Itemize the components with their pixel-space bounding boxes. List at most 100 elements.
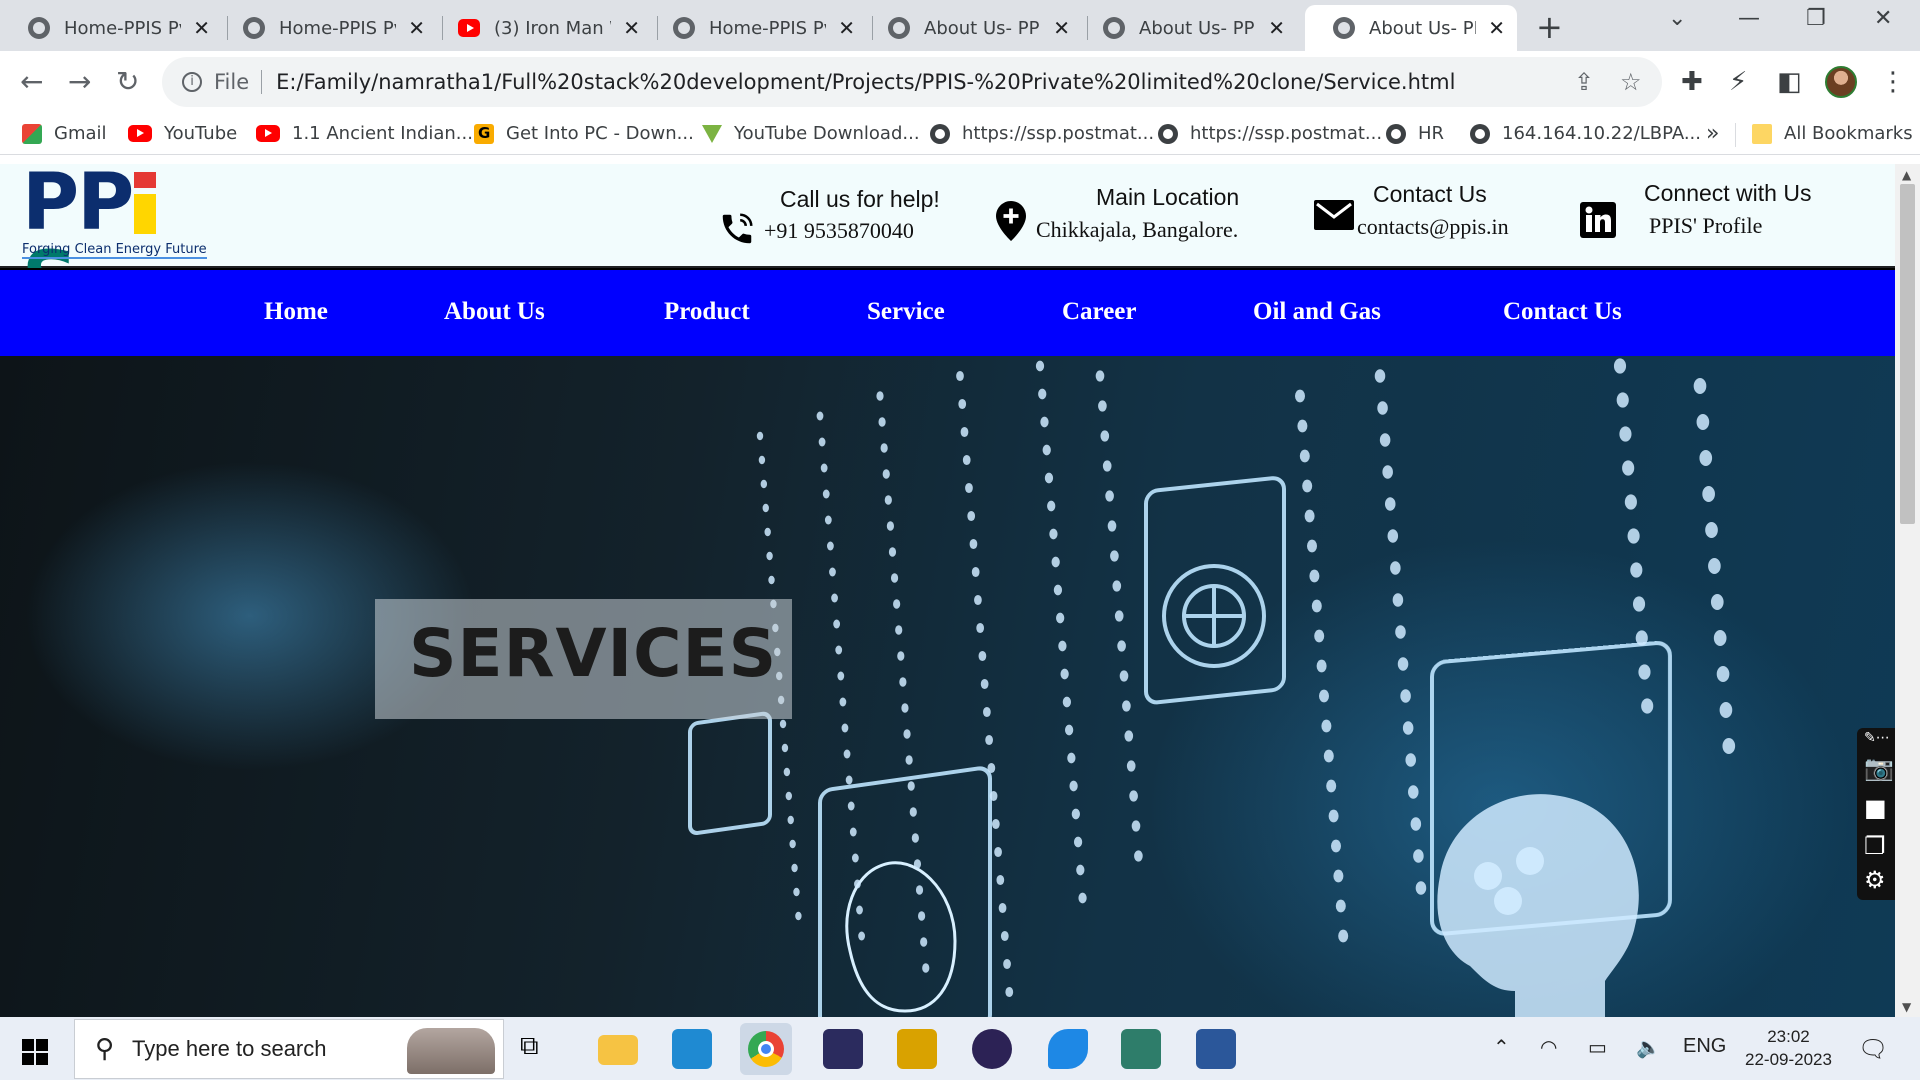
hero-banner: SERVICES <box>0 356 1895 1017</box>
tray-overflow-icon[interactable]: ⌃ <box>1493 1035 1510 1060</box>
tab-title: Home-PPIS Pvt <box>279 17 396 39</box>
windows-start-icon[interactable] <box>22 1039 48 1065</box>
download-icon <box>702 124 722 143</box>
back-arrow-icon[interactable]: ← <box>20 65 43 98</box>
restore-icon[interactable]: ❐ <box>1806 6 1826 31</box>
app-icon-3[interactable] <box>1121 1029 1161 1069</box>
eclipse-icon[interactable] <box>972 1029 1012 1069</box>
scroll-down-arrow-icon[interactable]: ▼ <box>1902 1000 1911 1014</box>
battery-icon[interactable]: ▭ <box>1588 1035 1607 1060</box>
vscode-icon[interactable] <box>672 1029 712 1069</box>
intellij-icon[interactable] <box>823 1029 863 1069</box>
notifications-icon[interactable]: 🗨 <box>1858 1035 1888 1064</box>
nav-career[interactable]: Career <box>1062 298 1137 326</box>
nav-about-us[interactable]: About Us <box>444 298 545 326</box>
browser-tab[interactable]: (3) Iron Man W ✕ <box>430 5 652 51</box>
task-view-icon[interactable]: ⧉ <box>520 1031 560 1071</box>
file-explorer-icon[interactable] <box>598 1035 638 1065</box>
close-icon[interactable]: ✕ <box>623 16 640 40</box>
linkedin-icon[interactable] <box>1580 202 1616 238</box>
bookmark-item[interactable]: Get Into PC - Down... <box>474 123 694 144</box>
settings-gear-icon[interactable]: ⚙ <box>1864 866 1886 894</box>
address-bar[interactable]: i File E:/Family/namratha1/Full%20stack%… <box>162 57 1662 107</box>
volume-icon[interactable]: 🔈 <box>1636 1035 1661 1060</box>
logo-i-mark <box>134 172 157 234</box>
contact-heading: Contact Us <box>1373 181 1487 207</box>
bookmark-item[interactable]: 164.164.10.22/LBPA... <box>1470 123 1701 144</box>
window-close-icon[interactable]: ✕ <box>1874 6 1892 31</box>
profile-avatar[interactable] <box>1825 66 1857 98</box>
tab-title: About Us- PPIS <box>924 17 1041 39</box>
minimize-icon[interactable]: — <box>1738 6 1760 31</box>
main-nav: Home About Us Product Service Career Oil… <box>0 268 1895 356</box>
info-icon[interactable]: i <box>182 72 202 92</box>
globe-icon <box>1333 17 1355 39</box>
all-bookmarks-folder[interactable]: All Bookmarks <box>1752 123 1913 144</box>
nav-service[interactable]: Service <box>867 298 945 326</box>
edit-icon[interactable]: ✎⋯ <box>1864 730 1890 746</box>
nav-oil-and-gas[interactable]: Oil and Gas <box>1253 298 1381 326</box>
folder-icon <box>1752 123 1772 144</box>
ppis-logo[interactable]: PPS Forging Clean Energy Future <box>22 164 207 320</box>
close-icon[interactable]: ✕ <box>1488 16 1505 40</box>
wifi-icon[interactable]: ◠ <box>1540 1035 1557 1060</box>
search-icon: ⚲ <box>95 1034 115 1064</box>
close-icon[interactable]: ✕ <box>1053 16 1070 40</box>
app-icon[interactable] <box>897 1029 937 1069</box>
forward-arrow-icon[interactable]: → <box>68 65 91 98</box>
scroll-thumb[interactable] <box>1900 184 1915 524</box>
tab-title: Home-PPIS Pvt <box>64 17 181 39</box>
browser-tab[interactable]: About Us- PPIS ✕ <box>860 5 1082 51</box>
close-icon[interactable]: ✕ <box>408 16 425 40</box>
tab-search-icon[interactable]: ⌄ <box>1668 6 1686 31</box>
browser-tab-active[interactable]: About Us- PPIS ✕ <box>1305 5 1517 51</box>
side-panel-icon[interactable]: ◧ <box>1777 67 1802 97</box>
nav-home[interactable]: Home <box>264 298 328 326</box>
system-clock[interactable]: 23:02 22-09-2023 <box>1745 1025 1832 1071</box>
bookmarks-overflow-button[interactable]: » <box>1706 121 1719 146</box>
scroll-up-arrow-icon[interactable]: ▲ <box>1902 168 1911 182</box>
bookmark-item[interactable]: HR <box>1386 123 1444 144</box>
contact-value: Chikkajala, Bangalore. <box>1036 217 1239 242</box>
bookmark-star-icon[interactable]: ☆ <box>1620 68 1642 96</box>
close-icon[interactable]: ✕ <box>838 16 855 40</box>
new-tab-button[interactable]: + <box>1536 8 1563 46</box>
bookmark-item[interactable]: Gmail <box>22 123 107 144</box>
contact-heading: Main Location <box>1096 184 1240 210</box>
extensions-icon[interactable]: ✚ <box>1681 67 1703 97</box>
taskbar-search-box[interactable]: ⚲ Type here to search <box>74 1019 504 1079</box>
page-scrollbar[interactable]: ▲ ▼ <box>1895 164 1920 1017</box>
bookmark-item[interactable]: https://ssp.postmat... <box>930 123 1154 144</box>
language-indicator[interactable]: ENG <box>1683 1035 1726 1058</box>
site-header: PPS Forging Clean Energy Future Call us … <box>0 164 1895 320</box>
window-capture-icon[interactable]: ❐ <box>1864 832 1886 860</box>
browser-tab[interactable]: Home-PPIS Pvt ✕ <box>0 5 222 51</box>
browser-tab[interactable]: About Us- PPIS ✕ <box>1075 5 1297 51</box>
bookmark-item[interactable]: YouTube <box>128 123 237 144</box>
globe-icon <box>1470 123 1490 144</box>
word-icon[interactable] <box>1196 1029 1236 1069</box>
close-icon[interactable]: ✕ <box>193 16 210 40</box>
app-icon-2[interactable] <box>1048 1029 1088 1069</box>
camera-icon[interactable]: 📷 <box>1864 754 1894 782</box>
browser-tab[interactable]: Home-PPIS Pvt ✕ <box>645 5 867 51</box>
share-icon[interactable]: ⇪ <box>1574 68 1594 96</box>
chrome-icon[interactable] <box>740 1023 792 1075</box>
bookmark-item[interactable]: YouTube Download... <box>702 123 920 144</box>
menu-kebab-icon[interactable]: ⋮ <box>1880 67 1906 97</box>
contact-value[interactable]: +91 9535870040 <box>764 218 914 244</box>
bookmark-item[interactable]: https://ssp.postmat... <box>1158 123 1382 144</box>
reload-icon[interactable]: ↻ <box>116 65 139 98</box>
address-url[interactable]: E:/Family/namratha1/Full%20stack%20devel… <box>276 70 1455 94</box>
nav-product[interactable]: Product <box>664 298 750 326</box>
contact-value[interactable]: contacts@ppis.in <box>1357 214 1509 240</box>
contact-value[interactable]: PPIS' Profile <box>1649 213 1762 239</box>
nav-contact-us[interactable]: Contact Us <box>1503 298 1622 326</box>
browser-tab[interactable]: Home-PPIS Pvt ✕ <box>215 5 437 51</box>
bookmark-label: Gmail <box>54 123 107 144</box>
video-camera-icon[interactable]: ■ <box>1864 794 1887 822</box>
close-icon[interactable]: ✕ <box>1268 16 1285 40</box>
bookmark-item[interactable]: 1.1 Ancient Indian... <box>256 123 473 144</box>
tab-title: About Us- PPIS <box>1139 17 1256 39</box>
performance-icon[interactable]: ⚡ <box>1729 67 1747 97</box>
